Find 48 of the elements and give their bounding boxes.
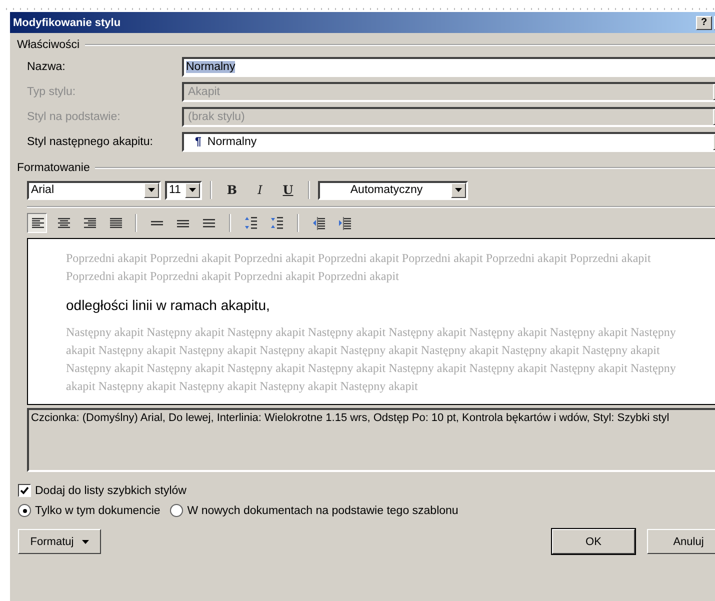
- preview-sample-text: odległości linii w ramach akapitu,: [66, 297, 271, 313]
- format-menu-button[interactable]: Formatuj: [18, 529, 101, 554]
- align-left-icon: [30, 217, 44, 229]
- pilcrow-mark: ¶: [195, 136, 202, 148]
- align-center-icon: [56, 217, 70, 229]
- checkbox[interactable]: [18, 484, 31, 497]
- help-button[interactable]: ?: [696, 16, 712, 30]
- window-title: Modyfikowanie stylu: [13, 16, 122, 28]
- dropdown-value: (brak stylu): [188, 111, 245, 123]
- dropdown-value: Akapit: [188, 86, 220, 98]
- justify-icon: [108, 217, 122, 229]
- font-color-dropdown[interactable]: Automatyczny: [318, 180, 468, 200]
- font-size-dropdown[interactable]: 11: [165, 180, 202, 200]
- group-heading: Formatowanie: [17, 162, 90, 174]
- paragraph-spacing-icon: [270, 216, 284, 230]
- paragraph-spacing-icon: [244, 216, 258, 230]
- ok-button[interactable]: OK: [552, 529, 635, 554]
- dropdown-arrow-icon: [148, 188, 155, 192]
- dropdown-arrow-icon: [455, 188, 462, 192]
- dropdown-value: Normalny: [207, 136, 257, 148]
- radio-label: Tylko w tym dokumencie: [35, 504, 160, 516]
- dropdown-arrow-icon: [189, 188, 196, 192]
- checkbox-label: Dodaj do listy szybkich stylów: [35, 484, 186, 496]
- underline-button[interactable]: U: [276, 180, 300, 200]
- style-dropdown[interactable]: ¶ Normalny: [182, 132, 715, 152]
- cancel-button[interactable]: Anuluj: [647, 529, 715, 554]
- line-spacing-icon: [202, 217, 216, 229]
- font-dropdown[interactable]: Arial: [27, 180, 161, 200]
- indent-icon: [312, 216, 326, 230]
- align-right-icon: [82, 217, 96, 229]
- field-label: Nazwa:: [27, 61, 66, 73]
- group-heading: Właściwości: [17, 39, 80, 51]
- field-label: Styl na podstawie:: [27, 111, 122, 123]
- indent-icon: [338, 216, 352, 230]
- align-left-button[interactable]: [27, 213, 47, 233]
- preview-previous-text: Poprzedni akapit Poprzedni akapit Poprzedni akapit Poprzedni akapit Poprzedni akapit Poprzedni akapit Poprzedni akapit Poprzedni akapit Poprzedni akapit Poprzedni akapit Poprzedni akapit: [66, 250, 652, 285]
- name-field[interactable]: Normalny: [182, 57, 715, 77]
- bold-button[interactable]: B: [220, 180, 244, 200]
- radio-button[interactable]: [170, 504, 184, 517]
- style-description: Czcionka: (Domyślny) Arial, Do lewej, Interlinia: Wielokrotne 1.15 wrs, Odstęp Po: 10 pt, Kontrola bękartów i wdów, Styl: Szybki styl: [27, 408, 715, 472]
- field-label: Typ stylu:: [27, 86, 77, 98]
- radio-button[interactable]: [18, 504, 31, 517]
- italic-button[interactable]: I: [248, 180, 272, 200]
- radio-label: W nowych dokumentach na podstawie tego szablonu: [187, 504, 458, 516]
- caret-icon: [82, 540, 89, 544]
- preview-next-text: Następny akapit Następny akapit Następny akapit Następny akapit Następny akapit Następny akapit Następny akapit Następny akapit Następny akapit Następny akapit Następny akapit Następny akapit Następny akapit Następny akapit Następny akapit Następny akapit Następny akapit Następny akapit Następny akapit Następny akapit Następny akapit Następny akapit Następny akapit Następny akapit Następny akapit Następny akapit Następny akapit: [66, 324, 677, 395]
- field-label: Styl następnego akapitu:: [27, 136, 154, 148]
- line-spacing-icon: [176, 217, 190, 229]
